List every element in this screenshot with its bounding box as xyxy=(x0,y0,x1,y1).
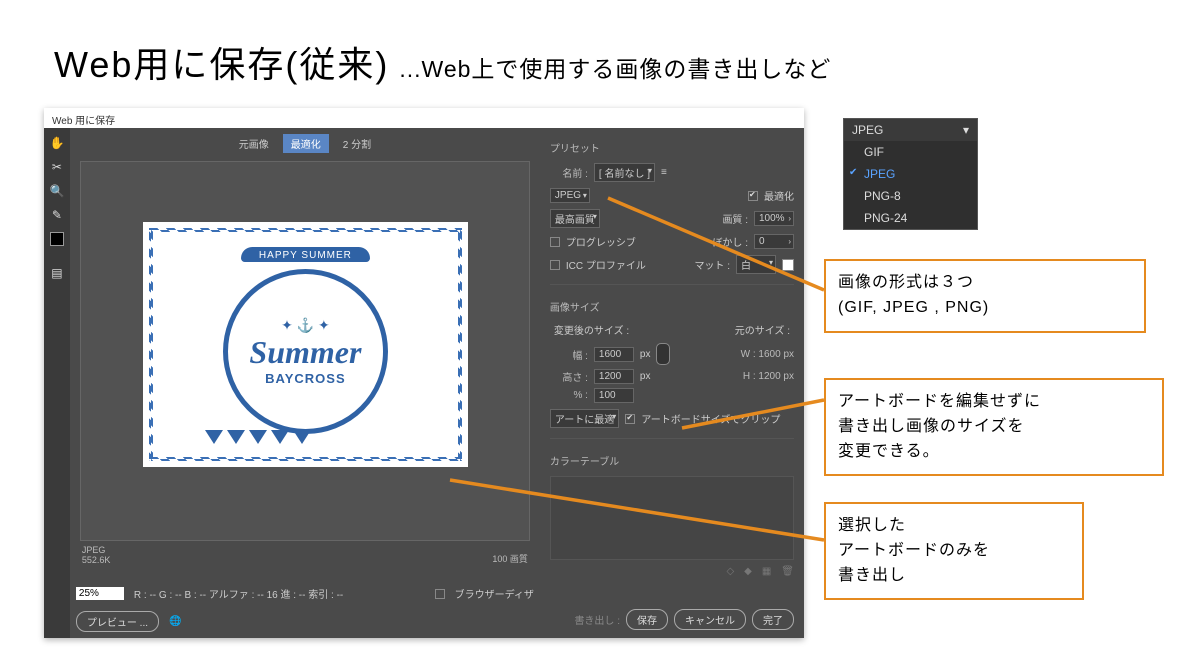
annotation-arrows xyxy=(0,0,1200,650)
